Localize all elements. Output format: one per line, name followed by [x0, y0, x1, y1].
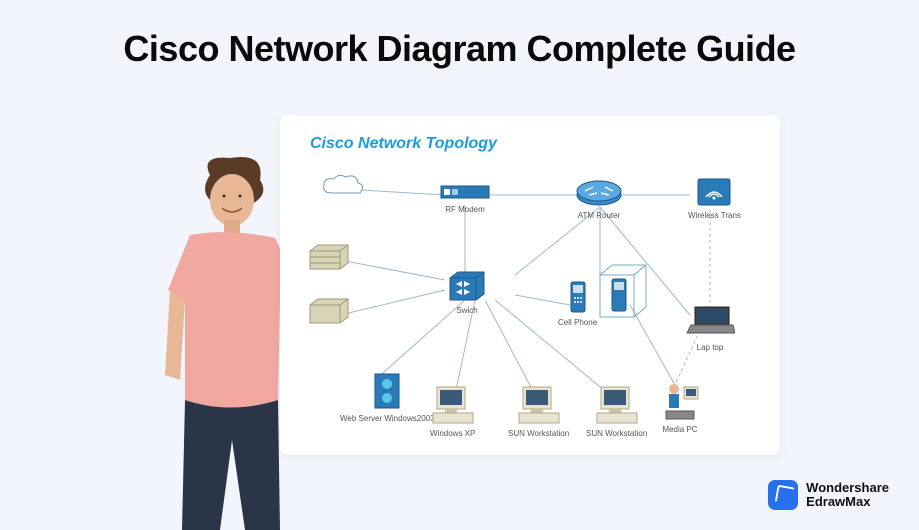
server-icon	[367, 370, 407, 410]
node-media-pc: Media PC	[658, 377, 702, 434]
node-switch: Swich	[448, 270, 486, 315]
cloud-icon	[320, 173, 365, 201]
node-sun-ws-1: SUN Workstation	[508, 385, 569, 438]
edrawmax-logo-icon	[768, 480, 798, 510]
node-label: ATM Router	[575, 211, 623, 220]
node-cell-phone: Cell Phone	[558, 280, 597, 327]
node-label: Media PC	[658, 425, 702, 434]
brand-line1: Wondershare	[806, 481, 889, 495]
switch-icon	[448, 270, 486, 302]
brand-line2: EdrawMax	[806, 495, 889, 509]
node-wireless-trans: Wireless Trans	[688, 177, 741, 220]
wireless-icon	[696, 177, 732, 207]
node-phone-device	[598, 263, 648, 321]
brand-logo: Wondershare EdrawMax	[768, 480, 889, 510]
node-storage-2	[308, 297, 350, 327]
node-cloud	[320, 173, 365, 205]
router-icon	[575, 173, 623, 207]
mediapc-icon	[658, 377, 702, 421]
diagram-card: Cisco Network Topology RF Mo	[280, 115, 780, 455]
node-windows-xp: Windows XP	[430, 385, 475, 438]
pc-icon	[431, 385, 475, 425]
modem-icon	[440, 185, 490, 201]
node-label: SUN Workstation	[586, 429, 647, 438]
node-label: SUN Workstation	[508, 429, 569, 438]
node-label: Windows XP	[430, 429, 475, 438]
page-title: Cisco Network Diagram Complete Guide	[0, 0, 919, 70]
node-atm-router: ATM Router	[575, 173, 623, 220]
node-laptop: Lap top	[685, 305, 735, 352]
node-web-server: Web Server Windows2003	[340, 370, 435, 423]
storage-icon	[308, 297, 350, 325]
cellphone-icon	[569, 280, 587, 314]
laptop-icon	[685, 305, 735, 339]
node-label: Swich	[448, 306, 486, 315]
node-label: Lap top	[685, 343, 735, 352]
storage-icon	[308, 243, 350, 271]
node-label: Web Server Windows2003	[340, 414, 435, 423]
phone-box-icon	[598, 263, 648, 319]
pc-icon	[595, 385, 639, 425]
node-label: Cell Phone	[558, 318, 597, 327]
node-label: Wireless Trans	[688, 211, 741, 220]
brand-text: Wondershare EdrawMax	[806, 481, 889, 510]
node-rf-modem: RF Modem	[440, 185, 490, 214]
node-sun-ws-2: SUN Workstation	[586, 385, 647, 438]
node-label: RF Modem	[440, 205, 490, 214]
diagram-title: Cisco Network Topology	[310, 135, 497, 153]
pc-icon	[517, 385, 561, 425]
node-storage-1	[308, 243, 350, 273]
